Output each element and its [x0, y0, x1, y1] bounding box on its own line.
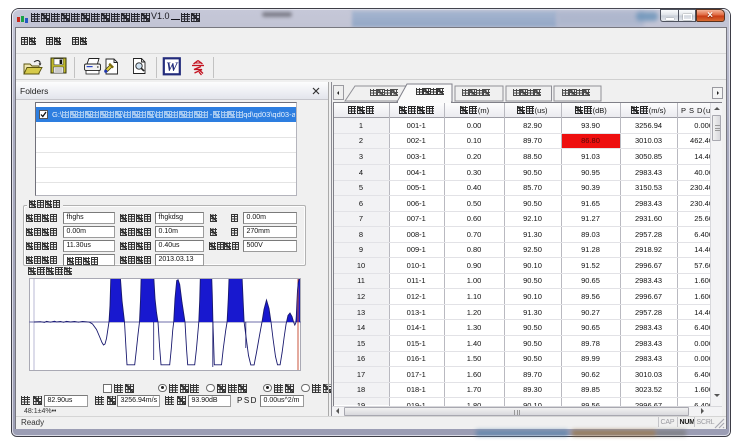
- svg-text:W: W: [166, 59, 179, 74]
